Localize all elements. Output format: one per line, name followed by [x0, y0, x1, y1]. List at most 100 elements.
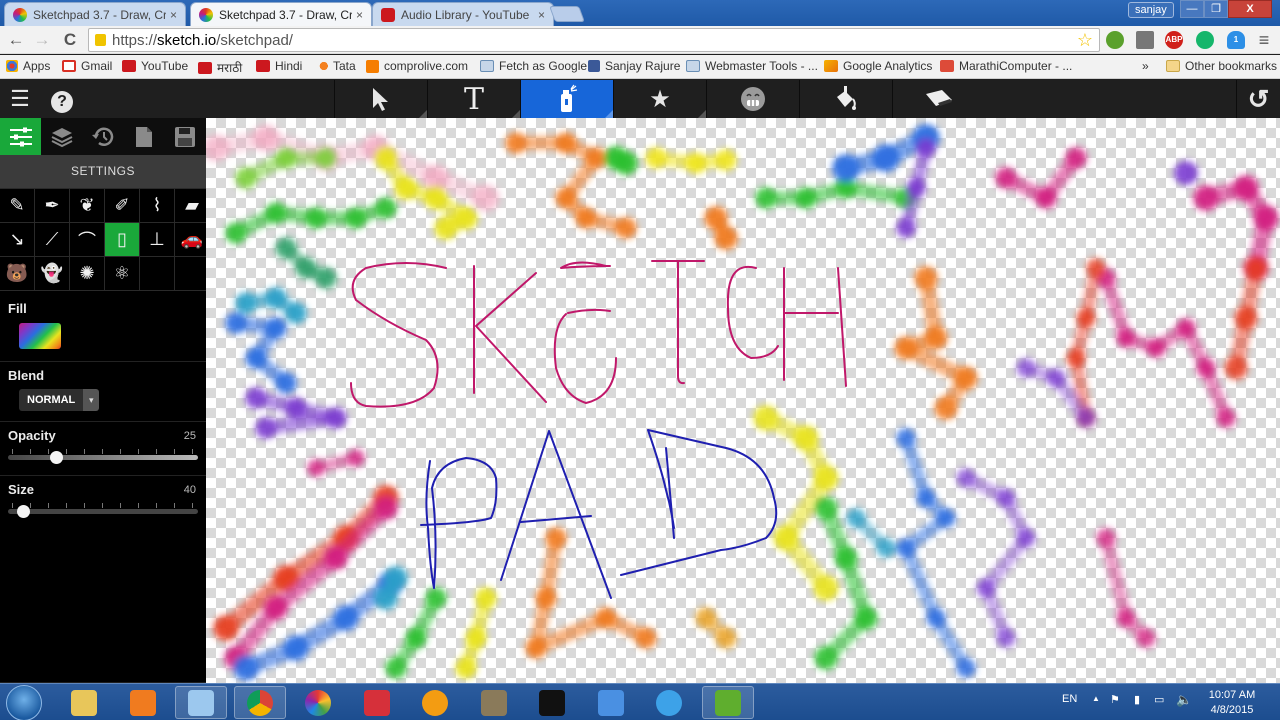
taskbar-sketch-app[interactable]: [351, 686, 403, 719]
opacity-section: Opacity 25: [0, 422, 206, 476]
taskbar-camtasia[interactable]: [701, 686, 754, 719]
save-tab[interactable]: [164, 118, 205, 155]
show-hidden-icons-button[interactable]: ▲: [1092, 694, 1100, 703]
bookmark-comprolive[interactable]: comprolive.com: [366, 59, 468, 73]
minimize-button[interactable]: —: [1180, 0, 1204, 18]
bookmark-google-analytics[interactable]: Google Analytics: [824, 59, 932, 73]
bookmark-webmaster-tools[interactable]: Webmaster Tools - ...: [686, 59, 818, 73]
back-button[interactable]: ←: [6, 30, 26, 50]
bear-brush-button[interactable]: 🐻: [0, 257, 34, 290]
paintbrush-brush-button[interactable]: ⌇: [140, 189, 174, 222]
blend-section: Blend NORMAL ▾: [0, 362, 206, 422]
tab-close-icon[interactable]: ×: [356, 8, 363, 22]
blend-mode-select[interactable]: NORMAL ▾: [19, 389, 100, 411]
undo-button[interactable]: ↺: [1236, 80, 1280, 118]
keyboard-extension-icon[interactable]: [1136, 31, 1154, 49]
ghostery-extension-icon[interactable]: 1: [1227, 31, 1245, 49]
other-bookmarks[interactable]: Other bookmarks: [1166, 59, 1277, 73]
volume-icon[interactable]: 🔈: [1176, 692, 1192, 708]
stamp-tool-button[interactable]: ★: [613, 80, 706, 118]
layers-tab[interactable]: [41, 118, 82, 155]
bookmark-marathi-computer[interactable]: MarathiComputer - ...: [940, 59, 1072, 73]
taskbar-internet-explorer[interactable]: [643, 686, 695, 719]
language-indicator[interactable]: EN: [1062, 693, 1077, 705]
address-bar[interactable]: https://sketch.io/sketchpad/ ☆: [88, 28, 1100, 52]
bookmark-apps[interactable]: Apps: [6, 59, 50, 73]
spray-brush-button[interactable]: ▯: [105, 223, 139, 256]
network-icon[interactable]: ▭: [1154, 693, 1164, 706]
text-t-icon: T: [463, 81, 484, 117]
chrome-menu-icon[interactable]: ≡: [1254, 30, 1274, 50]
atom-brush-button[interactable]: ⚛: [105, 257, 139, 290]
arrow-brush-button[interactable]: ↘: [0, 223, 34, 256]
bookmark-star-icon[interactable]: ☆: [1077, 29, 1093, 51]
wide-brush-button[interactable]: ▰: [175, 189, 209, 222]
power-icon[interactable]: ▮: [1134, 693, 1140, 706]
emoji-tool-button[interactable]: [706, 80, 799, 118]
crayon-brush-button[interactable]: ✐: [105, 189, 139, 222]
spray-tool-button[interactable]: [520, 80, 613, 118]
eraser-tool-button[interactable]: [892, 80, 985, 118]
tab-close-icon[interactable]: ×: [538, 8, 545, 22]
opacity-slider[interactable]: [8, 447, 198, 467]
line-brush-icon: ⟋: [45, 229, 59, 249]
bookmark-marathi[interactable]: मराठी: [198, 59, 242, 76]
settings-tab[interactable]: [0, 118, 41, 155]
taskbar-media-player[interactable]: [117, 686, 169, 719]
size-slider-handle[interactable]: [17, 505, 31, 518]
spiderweb-brush-button[interactable]: ✺: [70, 257, 104, 290]
size-slider[interactable]: [8, 501, 198, 521]
feather-brush-button[interactable]: ❦: [70, 189, 104, 222]
help-icon[interactable]: ?: [42, 80, 82, 118]
taskbar-command-prompt[interactable]: [526, 686, 578, 719]
screen-capture-extension-icon[interactable]: [1106, 31, 1124, 49]
taskbar-gimp[interactable]: [468, 686, 520, 719]
profile-button[interactable]: sanjay: [1128, 2, 1174, 18]
reload-button[interactable]: C: [60, 30, 80, 50]
forward-button[interactable]: →: [32, 30, 52, 50]
bookmarks-overflow-button[interactable]: »: [1142, 59, 1149, 73]
pencil-brush-button[interactable]: ✎: [0, 189, 34, 222]
taskbar-file-explorer[interactable]: [58, 686, 110, 719]
new-tab-button[interactable]: [549, 6, 585, 22]
tab-close-icon[interactable]: ×: [170, 8, 177, 22]
history-tab[interactable]: [82, 118, 123, 155]
car-brush-button[interactable]: 🚗: [175, 223, 209, 256]
drawing-canvas[interactable]: [206, 118, 1280, 683]
line-brush-button[interactable]: ⟋: [35, 223, 69, 256]
select-tool-button[interactable]: [334, 80, 427, 118]
text-tool-button[interactable]: T: [427, 80, 520, 118]
close-window-button[interactable]: X: [1228, 0, 1272, 18]
taskbar-notepad[interactable]: [175, 686, 227, 719]
bookmark-hindi[interactable]: Hindi: [256, 59, 302, 73]
fill-tool-button[interactable]: [799, 80, 892, 118]
stamp-brush-button[interactable]: ⊥: [140, 223, 174, 256]
restore-button[interactable]: ❐: [1204, 0, 1228, 18]
bookmark-fetch-as-google[interactable]: Fetch as Google: [480, 59, 587, 73]
browser-tab-1[interactable]: Sketchpad 3.7 - Draw, Cre ×: [4, 2, 186, 26]
chrome-icon: [246, 689, 273, 716]
grammarly-extension-icon[interactable]: [1196, 31, 1214, 49]
browser-tab-2[interactable]: Sketchpad 3.7 - Draw, Cre ×: [190, 2, 372, 26]
system-clock[interactable]: 10:07 AM 4/8/2015: [1200, 688, 1264, 718]
bookmark-tata[interactable]: Tata: [314, 59, 356, 73]
ghost-brush-button[interactable]: 👻: [35, 257, 69, 290]
taskbar-chrome[interactable]: [233, 686, 286, 719]
opacity-slider-handle[interactable]: [49, 451, 63, 464]
adblock-plus-extension-icon[interactable]: ABP: [1165, 31, 1183, 49]
bookmark-gmail[interactable]: Gmail: [62, 59, 112, 73]
taskbar-audacity[interactable]: [409, 686, 461, 719]
start-button[interactable]: [6, 685, 42, 720]
main-menu-icon[interactable]: ☰: [0, 80, 40, 118]
taskbar-picasa[interactable]: [292, 686, 344, 719]
bookmark-youtube[interactable]: YouTube: [122, 59, 188, 73]
action-center-flag-icon[interactable]: ⚑: [1110, 693, 1120, 706]
pen-brush-button[interactable]: ✒: [35, 189, 69, 222]
fill-color-swatch[interactable]: [19, 323, 61, 349]
browser-tab-3[interactable]: Audio Library - YouTube ×: [372, 2, 554, 26]
new-document-tab[interactable]: [123, 118, 164, 155]
curve-brush-button[interactable]: ⌒: [70, 223, 104, 256]
taskbar-security-shield[interactable]: [585, 686, 637, 719]
spray-paint-dab: [434, 216, 458, 240]
bookmark-sanjay-rajure[interactable]: Sanjay Rajure: [588, 59, 680, 73]
